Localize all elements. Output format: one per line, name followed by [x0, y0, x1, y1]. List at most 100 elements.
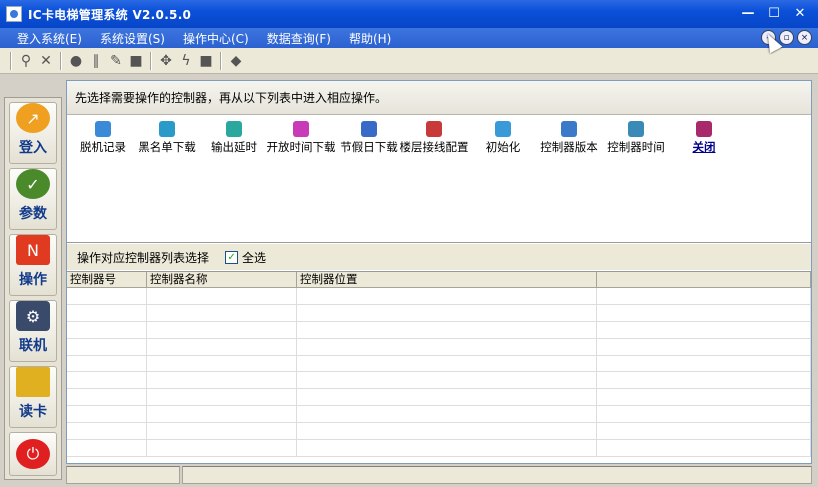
menu-login-system[interactable]: 登入系统(E) — [8, 30, 91, 47]
column-header-id[interactable]: 控制器号 — [67, 272, 147, 287]
initialize-icon — [495, 121, 511, 137]
mdi-close-icon[interactable]: × — [797, 30, 812, 45]
record-icon[interactable]: ● — [66, 51, 86, 71]
table-header: 控制器号 控制器名称 控制器位置 — [67, 272, 811, 288]
sidebar-item-params[interactable]: ✓ 参数 — [9, 168, 57, 230]
op-controller-version[interactable]: 控制器版本 — [533, 121, 605, 154]
op-label: 输出延时 — [211, 140, 257, 154]
op-offline-record[interactable]: 脱机记录 — [67, 121, 139, 154]
close-icon[interactable]: ✕ — [790, 4, 810, 22]
menu-bar: 登入系统(E) 系统设置(S) 操作中心(C) 数据查询(F) 帮助(H) – … — [0, 28, 818, 48]
table-row — [67, 389, 811, 407]
params-icon: ✓ — [16, 169, 50, 199]
table-row — [67, 423, 811, 441]
column-header-name[interactable]: 控制器名称 — [147, 272, 297, 287]
select-all-checkbox[interactable]: ✓ — [225, 250, 239, 264]
open-time-download-icon — [293, 121, 309, 137]
column-header-extra[interactable] — [597, 272, 811, 287]
op-holiday-download[interactable]: 节假日下载 — [333, 121, 405, 154]
operations-panel: 脱机记录 黑名单下载 输出延时 开放时间下载 节假日下载 楼层接线配置 初始化 — [67, 115, 811, 243]
power-icon: ⏻ — [16, 439, 50, 469]
toolbar-separator — [10, 51, 12, 70]
table-row — [67, 355, 811, 373]
close-op-icon — [696, 121, 712, 137]
table-row — [67, 338, 811, 356]
table-row — [67, 406, 811, 424]
table-row — [67, 440, 811, 457]
op-output-delay[interactable]: 输出延时 — [198, 121, 270, 154]
menu-operation-center[interactable]: 操作中心(C) — [174, 30, 258, 47]
toolbar-separator — [60, 51, 62, 70]
menu-system-settings[interactable]: 系统设置(S) — [91, 30, 174, 47]
controller-table: 控制器号 控制器名称 控制器位置 — [67, 271, 811, 463]
close-icon[interactable]: ✕ — [36, 51, 56, 71]
minimize-icon[interactable]: — — [738, 4, 758, 22]
select-all-label[interactable]: 全选 — [242, 249, 266, 266]
controller-time-icon — [628, 121, 644, 137]
offline-record-icon — [95, 121, 111, 137]
op-label: 初始化 — [485, 140, 521, 154]
selection-bar: 操作对应控制器列表选择 ✓ 全选 — [67, 244, 811, 270]
sidebar-item-read-card[interactable]: 读卡 — [9, 366, 57, 428]
sidebar: ↗ 登入 ✓ 参数 N 操作 ⚙ 联机 读卡 ⏻ — [4, 97, 62, 480]
sidebar-item-power[interactable]: ⏻ — [9, 432, 57, 476]
gear-icon[interactable]: ✥ — [156, 51, 176, 71]
selection-label: 操作对应控制器列表选择 — [77, 250, 210, 265]
window-title: IC卡电梯管理系统 V2.0.5.0 — [28, 7, 192, 22]
sidebar-item-operate[interactable]: N 操作 — [9, 234, 57, 296]
card-icon — [16, 367, 50, 397]
column-header-location[interactable]: 控制器位置 — [297, 272, 597, 287]
op-label: 脱机记录 — [80, 140, 126, 154]
table-row — [67, 372, 811, 390]
hint-bar: 先选择需要操作的控制器，再从以下列表中进入相应操作。 — [67, 81, 811, 115]
sidebar-item-login[interactable]: ↗ 登入 — [9, 102, 57, 164]
login-icon: ↗ — [16, 103, 50, 133]
controller-version-icon — [561, 121, 577, 137]
square-icon[interactable]: ■ — [196, 51, 216, 71]
toolbar-separator — [150, 51, 152, 70]
mdi-restore-icon[interactable]: ▫ — [779, 30, 794, 45]
status-bar — [66, 466, 812, 484]
op-close[interactable]: 关闭 — [668, 121, 740, 154]
sidebar-item-connect[interactable]: ⚙ 联机 — [9, 300, 57, 362]
op-label: 黑名单下载 — [138, 140, 196, 154]
op-open-time-download[interactable]: 开放时间下载 — [266, 121, 336, 154]
table-row — [67, 304, 811, 322]
op-blacklist-download[interactable]: 黑名单下载 — [131, 121, 203, 154]
stop-icon[interactable]: ■ — [126, 51, 146, 71]
toolbar-separator — [220, 51, 222, 70]
status-cell — [66, 466, 180, 484]
blacklist-download-icon — [159, 121, 175, 137]
connect-icon: ⚙ — [16, 301, 50, 331]
op-label: 楼层接线配置 — [399, 140, 469, 154]
sidebar-item-label: 读卡 — [19, 404, 47, 420]
sidebar-item-label: 参数 — [19, 206, 47, 222]
status-cell — [182, 466, 812, 484]
op-floor-wiring[interactable]: 楼层接线配置 — [399, 121, 469, 154]
clip-icon[interactable]: ∥ — [86, 51, 106, 71]
op-label: 开放时间下载 — [266, 140, 336, 154]
maximize-icon[interactable]: ☐ — [764, 4, 784, 22]
table-row — [67, 321, 811, 339]
hint-text: 先选择需要操作的控制器，再从以下列表中进入相应操作。 — [75, 91, 388, 105]
op-label: 节假日下载 — [340, 140, 398, 154]
toolbar: ⚲ ✕ ● ∥ ✎ ■ ✥ ϟ ■ ◆ — [0, 48, 818, 74]
sidebar-item-label: 联机 — [19, 338, 47, 354]
menu-help[interactable]: 帮助(H) — [340, 30, 400, 47]
window-controls: — ☐ ✕ — [738, 4, 810, 22]
menu-data-query[interactable]: 数据查询(F) — [258, 30, 340, 47]
op-label: 控制器版本 — [540, 140, 598, 154]
title-bar: IC卡电梯管理系统 V2.0.5.0 — ☐ ✕ — [0, 0, 818, 28]
tag-icon[interactable]: ◆ — [226, 51, 246, 71]
pin-icon[interactable]: ✎ — [106, 51, 126, 71]
search-icon[interactable]: ⚲ — [16, 51, 36, 71]
op-initialize[interactable]: 初始化 — [467, 121, 539, 154]
floor-wiring-icon — [426, 121, 442, 137]
op-label: 控制器时间 — [607, 140, 665, 154]
sidebar-item-label: 操作 — [19, 272, 47, 288]
output-delay-icon — [226, 121, 242, 137]
lightning-icon[interactable]: ϟ — [176, 51, 196, 71]
table-row — [67, 288, 811, 305]
new-icon: N — [16, 235, 50, 265]
op-controller-time[interactable]: 控制器时间 — [600, 121, 672, 154]
